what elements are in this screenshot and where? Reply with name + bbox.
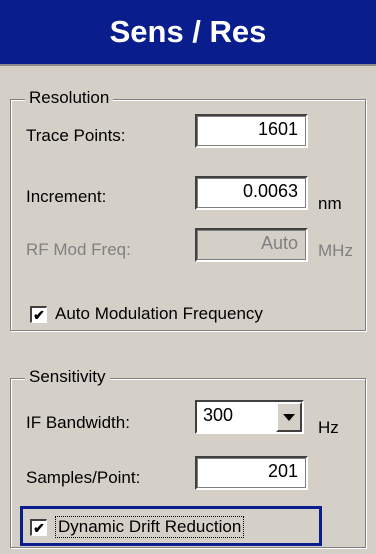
chevron-down-icon (283, 413, 295, 421)
resolution-group-title: Resolution (25, 88, 114, 108)
drift-reduction-checkbox-row[interactable]: ✔ Dynamic Drift Reduction (30, 516, 245, 538)
drift-reduction-checkbox[interactable]: ✔ (30, 518, 47, 536)
increment-input[interactable]: 0.0063 (195, 176, 308, 210)
if-bandwidth-label: IF Bandwidth: (26, 413, 130, 432)
sens-res-panel: Resolution Trace Points: 1601 Increment:… (0, 66, 376, 554)
increment-unit: nm (318, 194, 342, 213)
panel-title-bar: Sens / Res (0, 0, 376, 66)
auto-modulation-label: Auto Modulation Frequency (55, 304, 263, 323)
rf-mod-freq-input: Auto (195, 228, 308, 262)
sensitivity-group-title: Sensitivity (25, 367, 110, 387)
trace-points-label: Trace Points: (26, 126, 126, 145)
if-bandwidth-dropdown-button[interactable] (276, 402, 302, 432)
samples-point-input[interactable]: 201 (195, 456, 308, 490)
trace-points-input[interactable]: 1601 (195, 114, 308, 148)
if-bandwidth-value: 300 (203, 405, 234, 425)
rf-mod-freq-unit: MHz (318, 241, 353, 260)
check-icon: ✔ (33, 519, 45, 536)
samples-point-label: Samples/Point: (26, 468, 141, 487)
rf-mod-freq-label: RF Mod Freq: (26, 240, 131, 259)
increment-label: Increment: (26, 187, 107, 206)
if-bandwidth-unit: Hz (318, 418, 339, 437)
check-icon: ✔ (33, 306, 45, 323)
auto-modulation-checkbox[interactable]: ✔ (30, 305, 47, 323)
auto-modulation-checkbox-row[interactable]: ✔ Auto Modulation Frequency (30, 304, 263, 324)
drift-reduction-label: Dynamic Drift Reduction (55, 516, 245, 538)
panel-title: Sens / Res (109, 14, 267, 49)
if-bandwidth-select[interactable]: 300 (195, 400, 304, 434)
